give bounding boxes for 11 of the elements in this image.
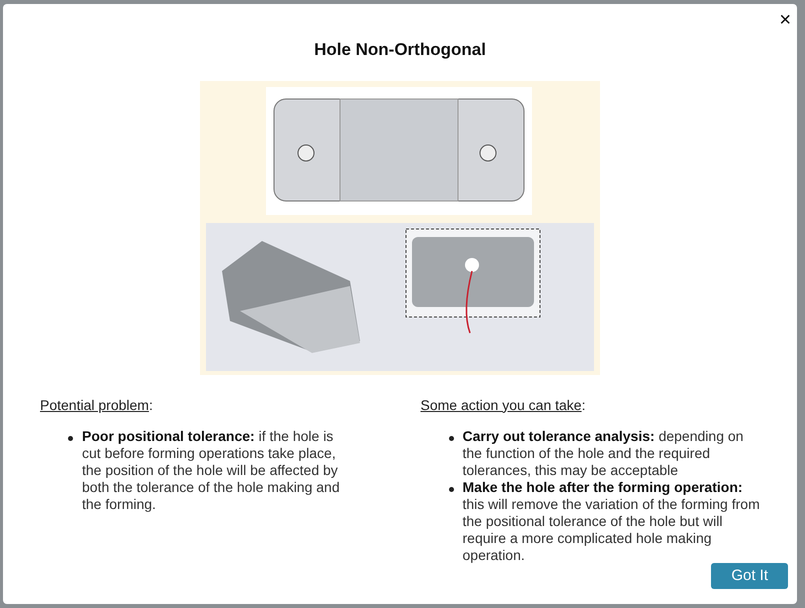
bullet-text: Carry out tolerance analysis: depending on the function of the hole and the required tolerances, this may be acceptable [462,428,744,478]
bullet-icon [448,486,454,492]
bullet-icon [68,436,73,440]
bullet-text: Make the hole after the forming operation: this will remove the variation of the forming from the positional tolerance of the hole but will require a more complicated hole making operation. [462,478,761,564]
bullet-icon [448,436,454,440]
bullet-text: Poor positional tolerance: if the hole is cut before forming operations take place, the position of the hole will be affected by both the tolerance of the hole making and the forming. [82,428,341,512]
got-it-button[interactable]: Got It [711,563,788,589]
section-heading: Some action you can take: [420,396,586,415]
section-heading: Potential problem: [40,396,154,415]
close-button[interactable]: × [779,10,791,30]
dialog-title: Hole Non-Orthogonal [314,39,486,61]
